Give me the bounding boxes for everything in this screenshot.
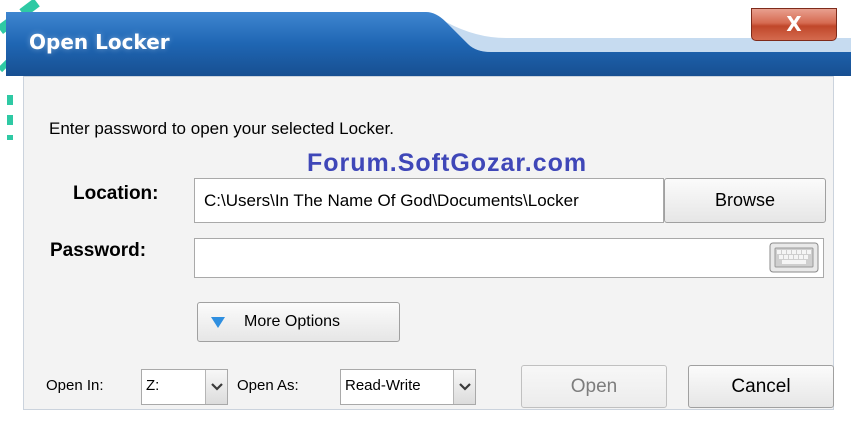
open-as-value: Read-Write <box>345 377 421 394</box>
instruction-text: Enter password to open your selected Loc… <box>49 119 394 138</box>
location-field[interactable]: C:\Users\In The Name Of God\Documents\Lo… <box>194 178 664 223</box>
browse-button[interactable]: Browse <box>664 178 826 223</box>
keyboard-button[interactable] <box>769 242 819 273</box>
keyboard-icon <box>769 242 819 273</box>
close-icon: X <box>786 12 802 36</box>
more-options-label: More Options <box>244 313 341 330</box>
open-as-select[interactable]: Read-Write <box>340 369 476 405</box>
open-as-dropdown-button[interactable] <box>453 370 475 404</box>
location-value: C:\Users\In The Name Of God\Documents\Lo… <box>204 191 579 210</box>
location-label: Location: <box>73 183 159 204</box>
password-label: Password: <box>50 240 147 261</box>
watermark-text: Forum.SoftGozar.com <box>307 149 588 177</box>
password-field[interactable] <box>194 238 824 278</box>
triangle-down-icon <box>211 317 225 328</box>
window-title: Open Locker <box>29 30 170 54</box>
chevron-down-icon <box>459 383 471 391</box>
open-locker-dialog: Open Locker X Enter password to open you… <box>6 8 851 424</box>
close-button[interactable]: X <box>751 8 837 41</box>
open-in-select[interactable]: Z: <box>141 369 228 405</box>
more-options-button[interactable]: More Options <box>197 302 400 342</box>
open-button[interactable]: Open <box>521 365 667 408</box>
open-as-label: Open As: <box>237 377 299 394</box>
chevron-down-icon <box>211 383 223 391</box>
title-bar[interactable]: Open Locker X <box>6 8 851 76</box>
open-in-dropdown-button[interactable] <box>205 370 227 404</box>
dialog-content: Enter password to open your selected Loc… <box>23 76 834 410</box>
cancel-button[interactable]: Cancel <box>688 365 834 408</box>
open-in-value: Z: <box>146 377 160 394</box>
open-in-label: Open In: <box>46 377 104 394</box>
